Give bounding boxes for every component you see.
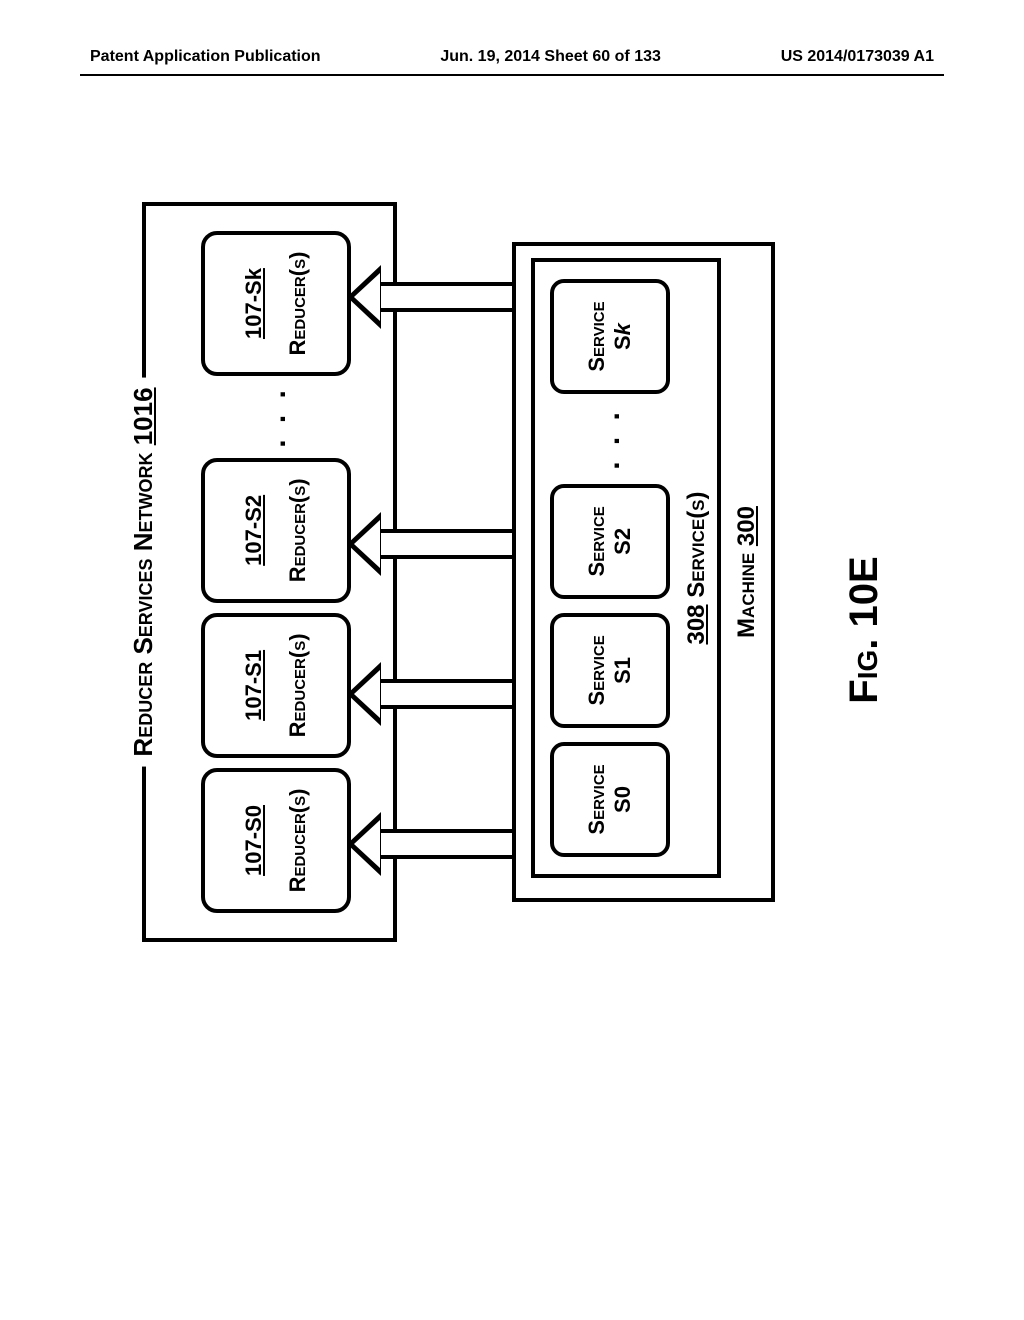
machine-label: Machine 300 [733, 506, 761, 638]
page-header: Patent Application Publication Jun. 19, … [0, 48, 1024, 66]
reducer-box-s1: 107-S1 Reducer(s) [201, 613, 351, 758]
machine-label-num: 300 [733, 506, 760, 546]
reducer-ref-s2: 107-S2 [241, 495, 267, 566]
arrow-s2 [377, 529, 532, 559]
reducer-label-s0: Reducer(s) [285, 789, 311, 893]
reducer-label-sk: Reducer(s) [285, 252, 311, 356]
header-center: Jun. 19, 2014 Sheet 60 of 133 [440, 48, 661, 66]
services-label-text: Service(s) [683, 491, 710, 597]
reducer-label-s2: Reducer(s) [285, 478, 311, 582]
service-id-s2: S2 [610, 528, 636, 555]
header-rule [80, 74, 944, 76]
service-label-s1: Service [584, 635, 610, 705]
service-box-s0: Service S0 [550, 742, 670, 857]
service-box-s1: Service S1 [550, 613, 670, 728]
service-label-s2: Service [584, 506, 610, 576]
reducer-box-sk: 107-Sk Reducer(s) [201, 231, 351, 376]
network-title-text: Reducer Services Network [128, 453, 158, 757]
service-id-s0: S0 [610, 786, 636, 813]
services-box: Service S0 Service S1 Service S2 . . . S… [531, 258, 721, 878]
machine-label-text: Machine [733, 553, 760, 638]
reducer-ref-s0: 107-S0 [241, 805, 267, 876]
header-right: US 2014/0173039 A1 [781, 48, 934, 66]
reducer-box-s0: 107-S0 Reducer(s) [201, 768, 351, 913]
service-box-sk: Service Sk [550, 279, 670, 394]
header-left: Patent Application Publication [90, 48, 321, 66]
reducer-ellipsis: . . . [259, 386, 293, 448]
services-label-num: 308 [683, 604, 710, 644]
figure-label: Fig. 10E [842, 556, 887, 703]
reducer-ref-s1: 107-S1 [241, 650, 267, 721]
arrow-s0 [377, 829, 532, 859]
machine-box: Service S0 Service S1 Service S2 . . . S… [512, 242, 775, 902]
reducer-label-s1: Reducer(s) [285, 633, 311, 737]
reducer-ref-sk: 107-Sk [241, 268, 267, 339]
network-title-num: 1016 [128, 387, 158, 445]
service-id-sk: Sk [610, 323, 636, 350]
arrow-sk [377, 282, 532, 312]
services-label: 308 Service(s) [683, 491, 711, 644]
reducer-box-s2: 107-S2 Reducer(s) [201, 458, 351, 603]
service-id-s1: S1 [610, 657, 636, 684]
reducer-row: 107-S0 Reducer(s) 107-S1 Reducer(s) 107-… [201, 206, 351, 938]
reducer-network-title: Reducer Services Network 1016 [128, 377, 159, 766]
figure-diagram: Reducer Services Network 1016 107-S0 Red… [142, 318, 882, 942]
service-box-s2: Service S2 [550, 484, 670, 599]
arrow-s1 [377, 679, 532, 709]
service-label-sk: Service [584, 301, 610, 371]
service-ellipsis: . . . [593, 408, 627, 470]
service-row: Service S0 Service S1 Service S2 . . . S… [550, 262, 670, 874]
service-label-s0: Service [584, 764, 610, 834]
